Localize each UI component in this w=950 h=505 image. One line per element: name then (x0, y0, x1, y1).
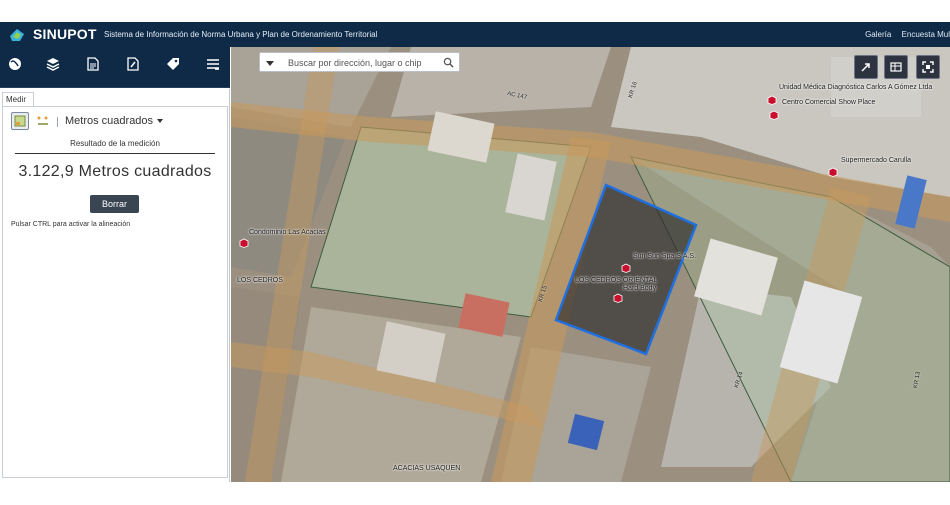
document-edit-icon[interactable] (124, 55, 142, 73)
arrow-share-icon (861, 63, 870, 72)
poi-marker-icon[interactable] (767, 95, 777, 105)
poi-label-hard-body[interactable]: Hard Body (623, 285, 656, 292)
distance-measure-icon (37, 116, 48, 125)
map-tool-button[interactable] (884, 55, 908, 79)
neighborhood-label: ACACIAS USAQUEN (393, 465, 461, 472)
header-links: Galería Encuesta Mul (857, 30, 950, 39)
result-value: 3.122,9 Metros cuadrados (18, 163, 212, 180)
clear-button[interactable]: Borrar (90, 195, 139, 213)
chevron-down-icon (157, 119, 164, 124)
share-map-button[interactable] (854, 55, 878, 79)
neighborhood-label: LOS CEDROS (237, 277, 283, 284)
poi-marker-icon[interactable] (621, 263, 631, 273)
table-icon (890, 62, 902, 72)
area-tool-button[interactable] (11, 112, 29, 130)
sinupot-logo-icon (10, 29, 24, 41)
ctrl-hint: Pulsar CTRL para activar la alineación (11, 221, 131, 228)
tab-medir[interactable]: Medir (2, 92, 34, 106)
poi-marker-icon[interactable] (613, 293, 623, 303)
app-subtitle: Sistema de Información de Norma Urbana y… (104, 30, 378, 39)
search-input[interactable]: Buscar por dirección, lugar o chip (288, 58, 422, 68)
poi-marker-icon[interactable] (828, 167, 838, 177)
widget-toolbar (0, 47, 230, 88)
layers-icon[interactable] (44, 55, 62, 73)
app-header: SINUPOT Sistema de Información de Norma … (0, 22, 950, 47)
poi-label-supermercado[interactable]: Supermercado Carulla (841, 157, 911, 164)
search-dropdown-icon[interactable] (266, 61, 274, 66)
distance-tool-button[interactable] (35, 112, 53, 130)
fullscreen-icon (922, 61, 934, 73)
units-label: Metros cuadrados (65, 115, 154, 127)
poi-label-centro-comercial[interactable]: Centro Comercial Show Place (782, 99, 875, 106)
menu-icon[interactable] (204, 55, 222, 73)
globe-icon[interactable] (6, 55, 24, 73)
document-icon[interactable] (84, 55, 102, 73)
result-divider (15, 153, 215, 154)
poi-label-condominio[interactable]: Condominio Las Acacias (249, 229, 326, 236)
fullscreen-button[interactable] (916, 55, 940, 79)
result-title: Resultado de la medición (70, 139, 160, 148)
tool-separator (57, 117, 58, 127)
units-dropdown[interactable]: Metros cuadrados (65, 115, 164, 127)
poi-marker-icon[interactable] (239, 238, 249, 248)
gallery-link[interactable]: Galería (865, 30, 891, 39)
map-view[interactable]: Buscar por dirección, lugar o chip AC 14… (231, 47, 950, 482)
neighborhood-label: LOS CEDROS ORIENTAL (575, 277, 658, 284)
poi-marker-icon[interactable] (769, 110, 779, 120)
tag-icon[interactable] (164, 55, 182, 73)
area-measure-icon (14, 115, 26, 127)
search-icon[interactable] (443, 57, 454, 68)
app-brand: SINUPOT (33, 26, 97, 42)
search-box[interactable]: Buscar por dirección, lugar o chip (259, 52, 460, 72)
aerial-basemap (231, 47, 950, 482)
poi-label-unidad-medica[interactable]: Unidad Médica Diagnóstica Carlos A Gómez… (779, 84, 932, 91)
measure-panel-body: Metros cuadrados Resultado de la medició… (2, 106, 228, 478)
measure-panel: Medir Metros cuadrados Resultado de la m… (0, 89, 230, 482)
survey-link[interactable]: Encuesta Mul (902, 30, 950, 39)
poi-label-sun-spa[interactable]: Sun Sun Spa S.A.S. (633, 253, 696, 260)
